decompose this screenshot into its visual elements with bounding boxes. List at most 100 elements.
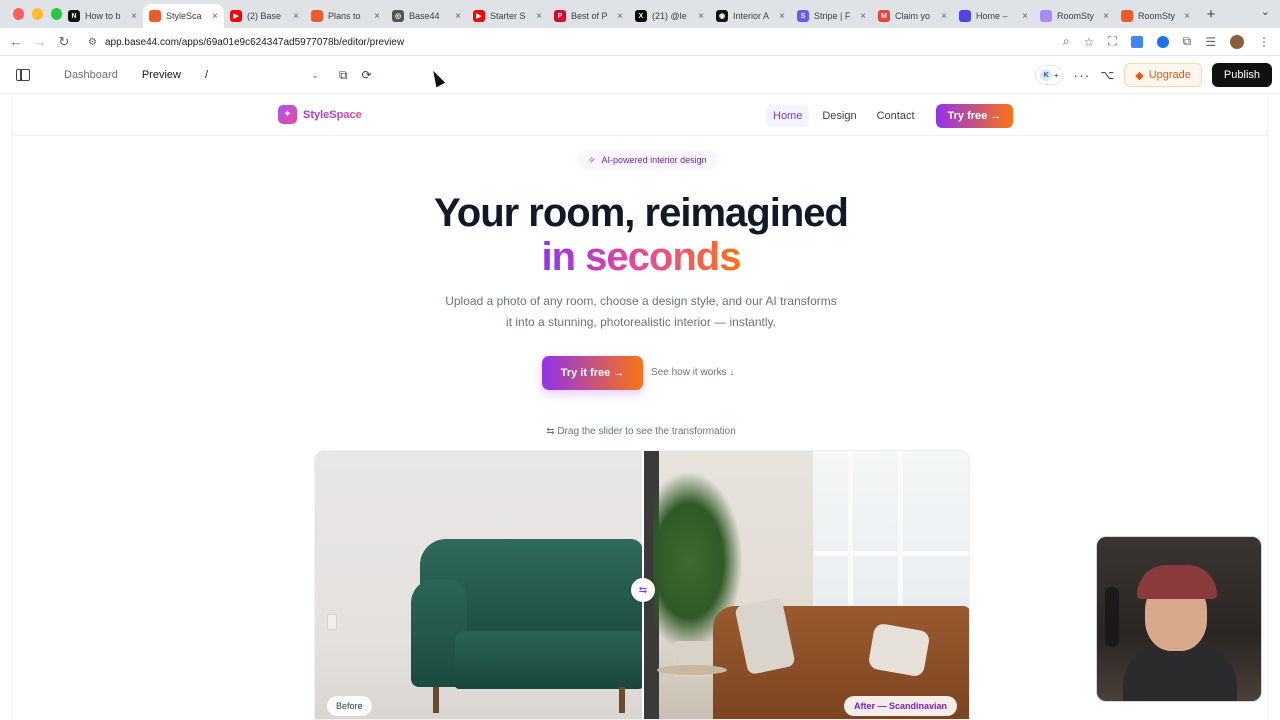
tab-title: Home – [976,11,1008,21]
device-toggle-icon[interactable]: ⧉ [339,68,348,83]
tab-favicon-icon: N [68,10,80,22]
site-info-icon[interactable]: ⚙ [88,37,97,48]
browser-menu-icon[interactable]: ⋮ [1258,35,1270,49]
tab-title: (21) @le [652,11,687,21]
more-options-icon[interactable]: ··· [1073,67,1090,83]
tab-close-icon[interactable]: × [131,11,137,22]
hero-accent-text: in seconds [541,235,742,279]
tab-close-icon[interactable]: × [1184,11,1190,22]
tab-preview[interactable]: Preview [132,64,191,86]
upgrade-button[interactable]: ◆ Upgrade [1124,63,1202,87]
browser-tab[interactable]: M Claim yo × [872,4,953,28]
browser-tab[interactable]: RoomSty × [1034,4,1115,28]
tab-close-icon[interactable]: × [941,11,947,22]
chevron-down-icon: ⌄ [311,69,319,80]
slider-hint: ⇆ Drag the slider to see the transformat… [546,426,736,437]
new-tab-button[interactable]: + [1200,3,1222,25]
close-window-button[interactable] [13,8,24,20]
tab-close-icon[interactable]: × [860,11,866,22]
tab-dashboard[interactable]: Dashboard [54,64,128,86]
bookmark-star-icon[interactable]: ☆ [1083,35,1094,49]
browser-tab[interactable]: X (21) @le × [629,4,710,28]
extension-icon[interactable] [1130,35,1143,48]
browser-tab[interactable]: N How to b × [62,4,143,28]
tab-close-icon[interactable]: × [374,11,380,22]
zoom-icon[interactable]: ⌕ [1063,34,1070,49]
see-how-it-works-link[interactable]: See how it works ↓ [651,367,734,378]
presenter-body [1123,645,1237,701]
extensions-puzzle-icon[interactable]: ⧉ [1183,34,1192,49]
tab-favicon-icon: ▶ [230,10,242,22]
reload-icon[interactable]: ↻ [52,34,76,50]
browser-tab[interactable]: StyleSca × [143,4,224,28]
tab-title: RoomSty [1057,11,1095,21]
tab-favicon-icon: ▶ [473,10,485,22]
hero-badge-text: AI-powered interior design [601,155,707,165]
sparkle-logo-icon: ✦ [278,105,297,124]
tab-favicon-icon: S [797,10,809,22]
browser-tab[interactable]: RoomSty × [1115,4,1196,28]
sparkle-icon: ✧ [588,154,596,165]
address-toolbar: ← → ↻ ⚙ app.base44.com/apps/69a01e9c6243… [0,28,1280,56]
hero-try-free-button[interactable]: Try it free → [542,356,643,390]
tab-favicon-icon [149,10,161,22]
maximize-window-button[interactable] [51,8,62,20]
brand-logo-link[interactable]: ✦ StyleSpace [278,105,362,124]
tab-search-icon[interactable]: ⌄ [1261,5,1270,18]
route-value: / [204,69,209,81]
screenshot-icon[interactable]: ⛶ [1108,34,1116,49]
hero-subtitle: Upload a photo of any room, choose a des… [445,294,837,329]
refresh-preview-icon[interactable]: ⟳ [362,68,372,82]
browser-tab[interactable]: ▶ Starter S × [467,4,548,28]
tab-close-icon[interactable]: × [698,11,704,22]
collaborators-button[interactable]: K + [1035,65,1064,85]
extension-icon[interactable] [1156,35,1169,48]
tab-close-icon[interactable]: × [779,11,785,22]
browser-tab[interactable]: S Stripe | F × [791,4,872,28]
before-after-slider[interactable]: ⇆ Before After — Scandinavian [314,450,970,720]
nav-link-design[interactable]: Design [815,105,863,127]
media-controls-icon[interactable]: ☰ [1205,35,1216,49]
sofa-leg [619,687,625,713]
tab-close-icon[interactable]: × [536,11,542,22]
tab-close-icon[interactable]: × [212,11,218,22]
user-avatar: K [1040,69,1053,81]
editor-actions: K + ··· ⌥ ◆ Upgrade Publish [1035,63,1272,87]
route-select[interactable]: / ⌄ [199,64,325,86]
tab-title: Plans to [328,11,361,21]
profile-avatar[interactable] [1230,34,1244,49]
tab-title: Interior A [733,11,770,21]
browser-tab[interactable]: ◎ Base44 × [386,4,467,28]
tab-favicon-icon: ◉ [716,10,728,22]
nav-link-home[interactable]: Home [766,105,810,127]
browser-tab[interactable]: ▶ (2) Base × [224,4,305,28]
publish-button[interactable]: Publish [1211,63,1272,87]
tab-close-icon[interactable]: × [293,11,299,22]
tab-favicon-icon: M [878,10,890,22]
nav-try-free-button[interactable]: Try free → [935,104,1014,128]
browser-tab[interactable]: Home – × [953,4,1034,28]
tab-title: RoomSty [1138,11,1176,21]
tab-title: (2) Base [247,11,282,21]
before-image [315,451,643,719]
tab-favicon-icon [1121,10,1133,22]
upgrade-label: Upgrade [1148,69,1191,81]
browser-tab[interactable]: Plans to × [305,4,386,28]
tab-favicon-icon: P [554,10,566,22]
tab-close-icon[interactable]: × [455,11,461,22]
tab-favicon-icon [311,10,323,22]
tab-close-icon[interactable]: × [1022,11,1028,22]
browser-tab[interactable]: P Best of P × [548,4,629,28]
url-bar[interactable]: ⚙ app.base44.com/apps/69a01e9c624347ad59… [80,31,1095,53]
tab-close-icon[interactable]: × [617,11,623,22]
minimize-window-button[interactable] [32,8,43,20]
url-text: app.base44.com/apps/69a01e9c624347ad5977… [104,36,405,48]
github-icon[interactable]: ⌥ [1100,68,1114,82]
forward-arrow-icon[interactable]: → [28,34,52,49]
slider-handle-icon[interactable]: ⇆ [631,578,655,602]
sidebar-toggle-icon[interactable] [16,69,30,81]
browser-tab[interactable]: ◉ Interior A × [710,4,791,28]
nav-link-contact[interactable]: Contact [870,105,922,127]
tab-close-icon[interactable]: × [1103,11,1109,22]
back-arrow-icon[interactable]: ← [4,34,28,49]
